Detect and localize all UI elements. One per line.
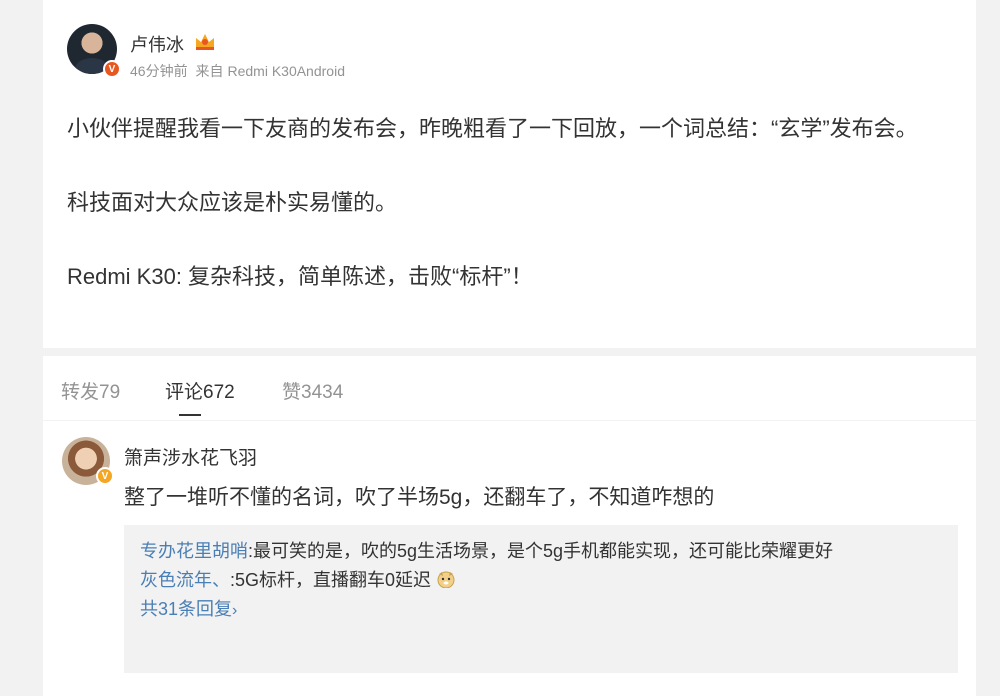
reply-text: :最可笑的是，吹的5g生活场景，是个5g手机都能实现，还可能比荣耀更好: [248, 541, 834, 561]
weibo-post: V 卢伟冰 46分钟前 来自 Redmi K30Android 小伙伴提醒我看一下…: [43, 0, 976, 348]
commenter-avatar[interactable]: V: [62, 437, 114, 487]
post-tabs: 转发79 评论672 赞3434: [43, 356, 976, 420]
author-name[interactable]: 卢伟冰: [130, 31, 184, 57]
tab-repost[interactable]: 转发79: [61, 377, 120, 404]
post-content: 小伙伴提醒我看一下友商的发布会，昨晚粗看了一下回放，一个词总结：“玄学”发布会。…: [67, 110, 967, 295]
reply-item: 灰色流年、:5G标杆，直播翻车0延迟: [140, 566, 942, 595]
comment-text: 整了一堆听不懂的名词，吹了半场5g，还翻车了，不知道咋想的: [124, 486, 715, 509]
post-paragraph: 科技面对大众应该是朴实易懂的。: [67, 190, 398, 215]
reply-text: :5G标杆，直播翻车0延迟: [230, 570, 432, 590]
active-tab-indicator: [179, 414, 201, 416]
post-paragraph: 小伙伴提醒我看一下友商的发布会，昨晚粗看了一下回放，一个词总结：“玄学”发布会。: [67, 116, 918, 141]
reply-user[interactable]: 灰色流年、: [140, 570, 230, 590]
post-paragraph: Redmi K30: 复杂科技，简单陈述，击败“标杆”！: [67, 264, 533, 289]
author-avatar[interactable]: V: [67, 24, 121, 78]
verified-badge-icon: V: [103, 60, 121, 78]
reply-item: 专办花里胡哨:最可笑的是，吹的5g生活场景，是个5g手机都能实现，还可能比荣耀更…: [140, 537, 942, 566]
more-replies-link[interactable]: 共31条回复›: [140, 595, 942, 625]
reply-user[interactable]: 专办花里胡哨: [140, 541, 248, 561]
verified-badge-icon: V: [96, 467, 114, 485]
source-prefix: 来自: [195, 63, 224, 79]
reply-box: 专办花里胡哨:最可笑的是，吹的5g生活场景，是个5g手机都能实现，还可能比荣耀更…: [124, 525, 958, 673]
crown-icon[interactable]: [193, 30, 217, 52]
chevron-right-icon: ›: [232, 602, 238, 619]
commenter-name[interactable]: 箫声涉水花飞羽: [124, 443, 257, 470]
doge-emoji-icon: [437, 571, 455, 588]
post-meta: 46分钟前 来自 Redmi K30Android: [130, 61, 345, 81]
tab-comment[interactable]: 评论672: [165, 377, 235, 404]
post-source: Redmi K30Android: [227, 63, 345, 79]
more-replies-label[interactable]: 共31条回复: [140, 599, 232, 619]
comment-list: V 箫声涉水花飞羽 整了一堆听不懂的名词，吹了半场5g，还翻车了，不知道咋想的 …: [43, 421, 976, 696]
post-time[interactable]: 46分钟前: [130, 63, 188, 79]
tab-like[interactable]: 赞3434: [282, 377, 343, 404]
